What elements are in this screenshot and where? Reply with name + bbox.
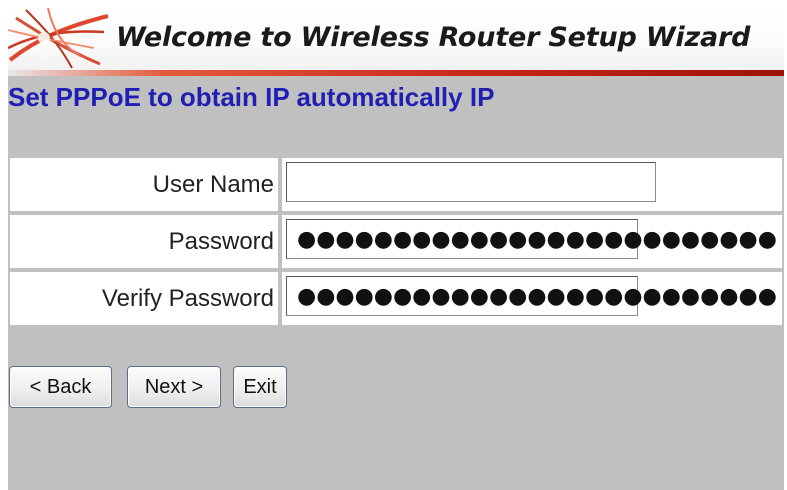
page-subtitle: Set PPPoE to obtain IP automatically IP (8, 82, 495, 112)
wizard-content: Set PPPoE to obtain IP automatically IP … (8, 76, 784, 490)
password-masked-value: ●●●●●●●●●●●●●●●●●●●●●●●●● (297, 227, 777, 252)
verify-password-cell: ●●●●●●●●●●●●●●●●●●●●●●●●● (282, 272, 782, 325)
wizard-header: Welcome to Wireless Router Setup Wizard (8, 8, 784, 70)
verify-password-masked-value: ●●●●●●●●●●●●●●●●●●●●●●●●● (297, 284, 777, 309)
user-name-row: User Name (10, 158, 782, 211)
verify-password-input[interactable]: ●●●●●●●●●●●●●●●●●●●●●●●●● (286, 276, 777, 316)
setup-wizard-window: Welcome to Wireless Router Setup Wizard … (0, 0, 787, 490)
password-label: Password (10, 215, 278, 268)
user-name-cell (282, 158, 782, 211)
password-cell: ●●●●●●●●●●●●●●●●●●●●●●●●● (282, 215, 782, 268)
user-name-input[interactable] (286, 162, 656, 202)
back-button[interactable]: < Back (9, 366, 112, 408)
user-name-label: User Name (10, 158, 278, 211)
password-row: Password ●●●●●●●●●●●●●●●●●●●●●●●●● (10, 215, 782, 268)
verify-password-row: Verify Password ●●●●●●●●●●●●●●●●●●●●●●●●… (10, 272, 782, 325)
password-input[interactable]: ●●●●●●●●●●●●●●●●●●●●●●●●● (286, 219, 777, 259)
wizard-title: Welcome to Wireless Router Setup Wizard (116, 22, 751, 53)
next-button[interactable]: Next > (127, 366, 221, 408)
exit-button[interactable]: Exit (233, 366, 287, 408)
verify-password-label: Verify Password (10, 272, 278, 325)
pppoe-form: User Name Password ●●●●●●●●●●●●●●●●●●●●●… (10, 158, 782, 329)
